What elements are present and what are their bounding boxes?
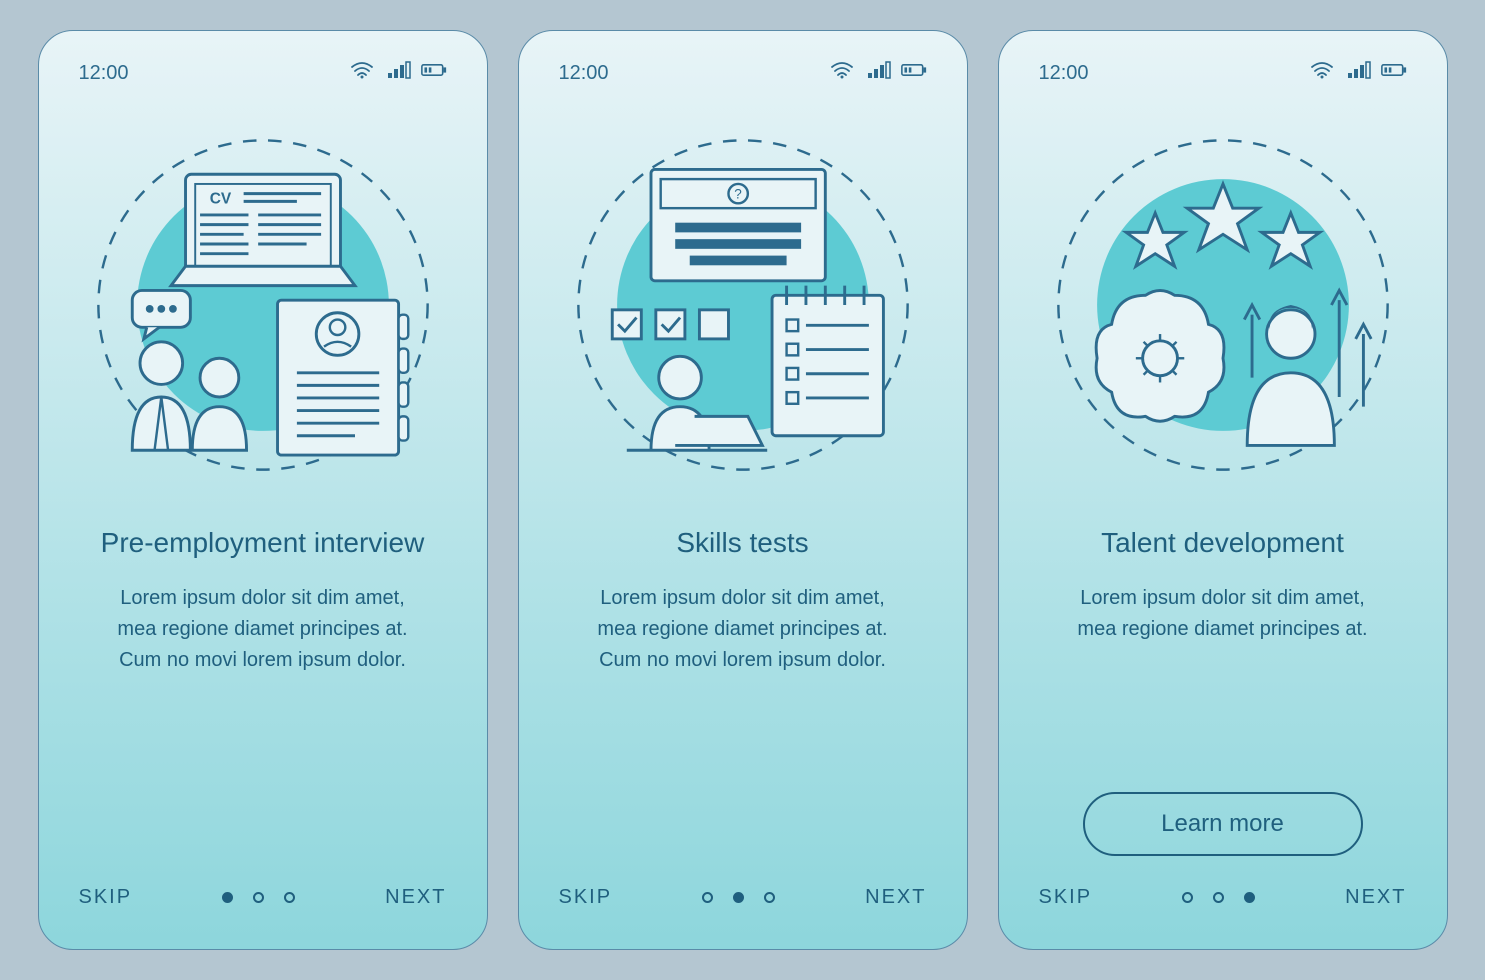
status-icons	[349, 61, 447, 85]
screen-description: Lorem ipsum dolor sit dim amet, mea regi…	[1039, 583, 1407, 767]
status-icons	[829, 61, 927, 85]
screen-description: Lorem ipsum dolor sit dim amet, mea regi…	[79, 583, 447, 856]
battery-icon	[421, 61, 447, 85]
dot-1[interactable]	[702, 892, 713, 903]
dot-1[interactable]	[222, 892, 233, 903]
status-bar: 12:00	[79, 61, 447, 85]
screen-title: Talent development	[1039, 525, 1407, 561]
next-button[interactable]: NEXT	[865, 886, 926, 909]
page-indicator	[1182, 892, 1255, 903]
onboarding-screen-3: 12:00	[998, 30, 1448, 950]
dot-2[interactable]	[253, 892, 264, 903]
learn-more-button[interactable]: Learn more	[1083, 792, 1363, 856]
illustration-talent	[1039, 115, 1407, 495]
svg-text:CV: CV	[209, 190, 231, 207]
status-time: 12:00	[559, 62, 609, 85]
next-button[interactable]: NEXT	[385, 886, 446, 909]
dot-2[interactable]	[1213, 892, 1224, 903]
footer-nav: SKIP NEXT	[79, 856, 447, 909]
skip-button[interactable]: SKIP	[79, 886, 133, 909]
page-indicator	[222, 892, 295, 903]
status-time: 12:00	[1039, 62, 1089, 85]
signal-icon	[385, 61, 411, 85]
skip-button[interactable]: SKIP	[1039, 886, 1093, 909]
status-time: 12:00	[79, 62, 129, 85]
skip-button[interactable]: SKIP	[559, 886, 613, 909]
page-indicator	[702, 892, 775, 903]
screen-title: Skills tests	[559, 525, 927, 561]
onboarding-screen-2: 12:00 ?	[518, 30, 968, 950]
dot-2[interactable]	[733, 892, 744, 903]
wifi-icon	[829, 61, 855, 85]
screen-title: Pre-employment interview	[79, 525, 447, 561]
next-button[interactable]: NEXT	[1345, 886, 1406, 909]
illustration-skills: ?	[559, 115, 927, 495]
svg-text:?: ?	[734, 186, 742, 201]
footer-nav: SKIP NEXT	[1039, 856, 1407, 909]
status-bar: 12:00	[1039, 61, 1407, 85]
dot-3[interactable]	[764, 892, 775, 903]
dot-1[interactable]	[1182, 892, 1193, 903]
dot-3[interactable]	[1244, 892, 1255, 903]
status-icons	[1309, 61, 1407, 85]
battery-icon	[901, 61, 927, 85]
signal-icon	[1345, 61, 1371, 85]
footer-nav: SKIP NEXT	[559, 856, 927, 909]
onboarding-screen-1: 12:00 CV	[38, 30, 488, 950]
wifi-icon	[349, 61, 375, 85]
wifi-icon	[1309, 61, 1335, 85]
signal-icon	[865, 61, 891, 85]
dot-3[interactable]	[284, 892, 295, 903]
illustration-interview: CV	[79, 115, 447, 495]
battery-icon	[1381, 61, 1407, 85]
screen-description: Lorem ipsum dolor sit dim amet, mea regi…	[559, 583, 927, 856]
status-bar: 12:00	[559, 61, 927, 85]
